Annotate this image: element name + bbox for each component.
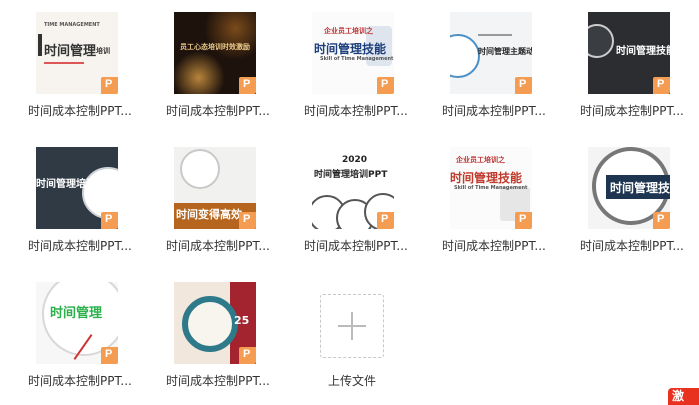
file-name[interactable]: 时间成本控制PPT... (304, 102, 420, 120)
thumb-subtitle: Skill of Time Management (454, 185, 528, 191)
file-name[interactable]: 时间成本控制PPT... (442, 102, 558, 120)
file-thumbnail[interactable]: TIME MANAGEMENT 时间管理 培训 (36, 12, 118, 94)
file-tile[interactable]: 时间管理培训 时间成本控制PPT... (28, 147, 156, 269)
thumb-subtitle: TIME MANAGEMENT (44, 22, 100, 28)
ppt-file-icon (239, 212, 256, 229)
file-tile[interactable]: 时间管理技能 时间成本控制PPT... (580, 12, 699, 134)
clock-icon (180, 149, 220, 189)
file-tile[interactable]: 企业员工培训之 时间管理技能 Skill of Time Management … (304, 12, 432, 134)
clock-icon (588, 24, 614, 58)
ppt-file-icon (653, 212, 670, 229)
thumb-title: 时间管理技能 (450, 171, 523, 185)
file-thumbnail[interactable]: 25 (174, 282, 256, 364)
ppt-file-icon (239, 347, 256, 364)
file-tile[interactable]: TIME MANAGEMENT 时间管理 培训 时间成本控制PPT... (28, 12, 156, 134)
file-name[interactable]: 时间成本控制PPT... (28, 372, 144, 390)
file-name[interactable]: 时间成本控制PPT... (166, 372, 282, 390)
thumb-title: 时间管理技能 (616, 46, 670, 57)
thumb-subtitle: Skill of Time Management (320, 56, 394, 62)
plus-icon (351, 312, 353, 340)
thumb-title: 时间管理技 (610, 181, 670, 195)
file-thumbnail[interactable]: 企业员工培训之 时间管理技能 Skill of Time Management (450, 147, 532, 229)
thumb-title: 时间变得高效 (176, 208, 242, 221)
file-tile[interactable]: 2020 时间管理培训PPT 时间成本控制PPT... (304, 147, 432, 269)
ppt-file-icon (515, 212, 532, 229)
thumb-subtitle: 2020 (342, 155, 368, 165)
file-name[interactable]: 时间成本控制PPT... (166, 237, 282, 255)
upload-button[interactable] (320, 294, 384, 358)
file-name[interactable]: 时间成本控制PPT... (580, 237, 696, 255)
file-name[interactable]: 时间成本控制PPT... (28, 237, 144, 255)
thumb-title: 时间管理技能 (314, 42, 387, 56)
file-thumbnail[interactable]: 时间管理技 (588, 147, 670, 229)
file-tile[interactable]: 时间管理 时间成本控制PPT... (28, 282, 156, 404)
file-thumbnail[interactable]: 时间管理培训 (36, 147, 118, 229)
thumb-title: 时间管理培训 (36, 179, 96, 190)
file-tile[interactable]: 时间管理主题动态 时间成本控制PPT... (442, 12, 570, 134)
file-thumbnail[interactable]: 2020 时间管理培训PPT (312, 147, 394, 229)
ppt-file-icon (101, 77, 118, 94)
thumb-title: 员工心态培训时效激励 (180, 43, 250, 51)
file-tile[interactable]: 25 时间成本控制PPT... (166, 282, 294, 404)
thumb-title: 时间管理 (44, 44, 97, 59)
ppt-file-icon (377, 77, 394, 94)
file-name[interactable]: 时间成本控制PPT... (28, 102, 144, 120)
ppt-file-icon (101, 347, 118, 364)
file-name[interactable]: 时间成本控制PPT... (166, 102, 282, 120)
ppt-file-icon (239, 77, 256, 94)
file-name[interactable]: 时间成本控制PPT... (304, 237, 420, 255)
file-tile[interactable]: 时间变得高效 时间成本控制PPT... (166, 147, 294, 269)
clock-icon (182, 296, 238, 352)
thumb-extra: 企业员工培训之 (324, 27, 373, 35)
ppt-file-icon (377, 212, 394, 229)
clock-icon (450, 34, 480, 78)
thumb-title: 时间管理主题动态 (478, 47, 532, 56)
file-thumbnail[interactable]: 时间管理主题动态 (450, 12, 532, 94)
ppt-file-icon (515, 77, 532, 94)
thumb-title: 时间管理 (50, 306, 103, 321)
file-thumbnail[interactable]: 企业员工培训之 时间管理技能 Skill of Time Management (312, 12, 394, 94)
file-thumbnail[interactable]: 时间管理 (36, 282, 118, 364)
upload-label[interactable]: 上传文件 (318, 372, 386, 389)
corner-badge[interactable]: 激 (668, 388, 699, 405)
ppt-file-icon (101, 212, 118, 229)
file-thumbnail[interactable]: 时间变得高效 (174, 147, 256, 229)
file-tile[interactable]: 员工心态培训时效激励 时间成本控制PPT... (166, 12, 294, 134)
file-name[interactable]: 时间成本控制PPT... (580, 102, 696, 120)
file-name[interactable]: 时间成本控制PPT... (442, 237, 558, 255)
file-tile[interactable]: 时间管理技 时间成本控制PPT... (580, 147, 699, 269)
file-thumbnail[interactable]: 员工心态培训时效激励 (174, 12, 256, 94)
thumb-extra: 培训 (96, 47, 110, 55)
thumb-title: 时间管理培训PPT (314, 170, 388, 180)
ppt-file-icon (653, 77, 670, 94)
thumb-extra: 企业员工培训之 (456, 156, 505, 164)
file-thumbnail[interactable]: 时间管理技能 (588, 12, 670, 94)
file-tile[interactable]: 企业员工培训之 时间管理技能 Skill of Time Management … (442, 147, 570, 269)
thumb-title: 25 (234, 314, 250, 327)
